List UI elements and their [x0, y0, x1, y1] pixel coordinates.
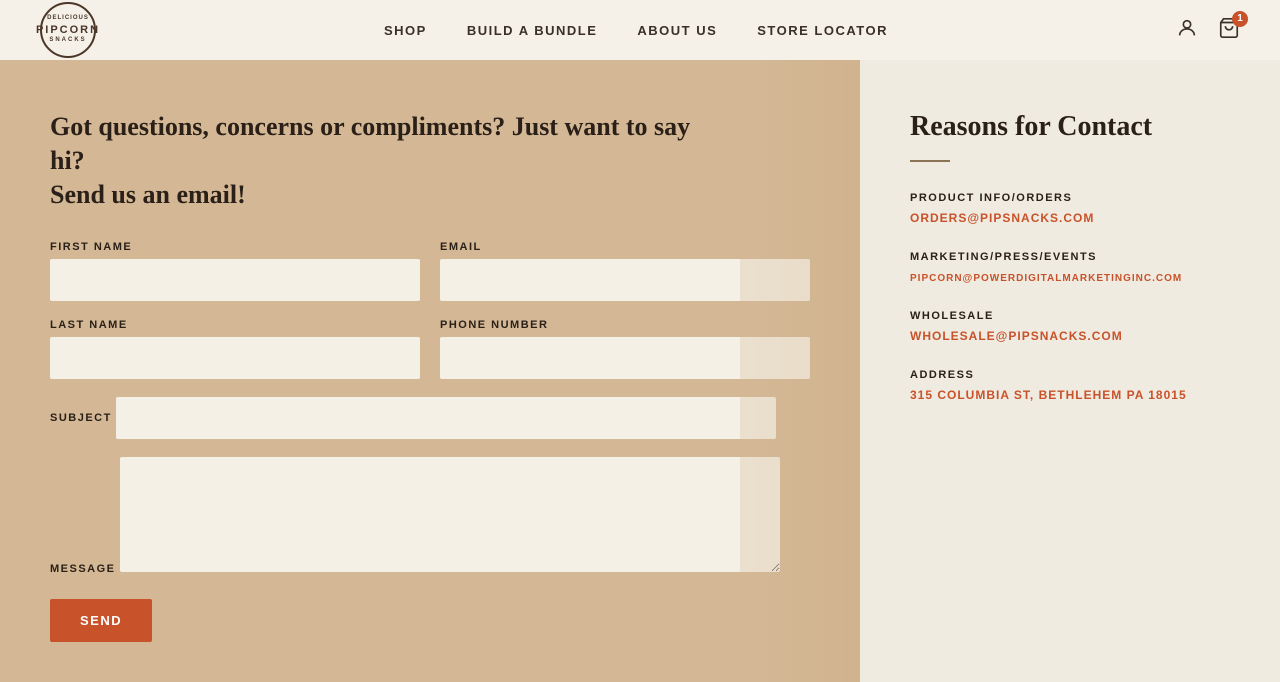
header-icons: 1: [1176, 17, 1240, 44]
contact-form: FIRST NAME EMAIL LAST NAME PHONE NUMBER: [50, 241, 810, 642]
email-input[interactable]: [440, 259, 810, 301]
message-row: MESSAGE: [50, 457, 810, 577]
message-label: MESSAGE: [50, 563, 116, 575]
form-row-1: FIRST NAME EMAIL: [50, 241, 810, 301]
logo[interactable]: Delicious PIPCORN SNACKS: [40, 2, 96, 58]
reason-category-address: ADDRESS: [910, 369, 1230, 381]
email-field: EMAIL: [440, 241, 810, 301]
message-textarea[interactable]: [120, 457, 780, 572]
last-name-field: LAST NAME: [50, 319, 420, 379]
reason-wholesale: WHOLESALE WHOLESALE@PIPSNACKS.COM: [910, 310, 1230, 345]
reason-email-marketing[interactable]: PIPCORN@POWERDIGITALMARKETINGINC.COM: [910, 273, 1182, 284]
nav-about-us[interactable]: ABOUT US: [637, 23, 717, 38]
reason-category-product: PRODUCT INFO/ORDERS: [910, 192, 1230, 204]
email-label: EMAIL: [440, 241, 810, 253]
reason-address-value: 315 COLUMBIA ST, BETHLEHEM PA 18015: [910, 388, 1187, 402]
site-header: Delicious PIPCORN SNACKS SHOP BUILD A BU…: [0, 0, 1280, 60]
reason-email-product[interactable]: ORDERS@PIPSNACKS.COM: [910, 211, 1094, 225]
logo-circle: Delicious PIPCORN SNACKS: [40, 2, 96, 58]
first-name-field: FIRST NAME: [50, 241, 420, 301]
phone-label: PHONE NUMBER: [440, 319, 810, 331]
cart-count: 1: [1232, 11, 1248, 27]
main-nav: SHOP BUILD A BUNDLE ABOUT US STORE LOCAT…: [384, 23, 888, 38]
send-button[interactable]: SEND: [50, 599, 152, 642]
last-name-input[interactable]: [50, 337, 420, 379]
reasons-heading: Reasons for Contact: [910, 110, 1230, 144]
reason-marketing: MARKETING/PRESS/EVENTS PIPCORN@POWERDIGI…: [910, 251, 1230, 286]
first-name-input[interactable]: [50, 259, 420, 301]
nav-build-bundle[interactable]: BUILD A BUNDLE: [467, 23, 598, 38]
cart-icon[interactable]: 1: [1218, 17, 1240, 44]
reason-address: ADDRESS 315 COLUMBIA ST, BETHLEHEM PA 18…: [910, 369, 1230, 404]
subject-row: SUBJECT: [50, 397, 810, 439]
reasons-divider: [910, 160, 950, 162]
form-heading: Got questions, concerns or compliments? …: [50, 110, 700, 211]
nav-shop[interactable]: SHOP: [384, 23, 427, 38]
reason-category-marketing: MARKETING/PRESS/EVENTS: [910, 251, 1230, 263]
contact-form-section: Got questions, concerns or compliments? …: [0, 60, 860, 682]
phone-input[interactable]: [440, 337, 810, 379]
account-icon[interactable]: [1176, 17, 1198, 44]
reason-email-wholesale[interactable]: WHOLESALE@PIPSNACKS.COM: [910, 329, 1123, 343]
reasons-section: Reasons for Contact PRODUCT INFO/ORDERS …: [860, 60, 1280, 682]
nav-store-locator[interactable]: STORE LOCATOR: [757, 23, 888, 38]
reason-category-wholesale: WHOLESALE: [910, 310, 1230, 322]
form-row-2: LAST NAME PHONE NUMBER: [50, 319, 810, 379]
first-name-label: FIRST NAME: [50, 241, 420, 253]
page-content: Got questions, concerns or compliments? …: [0, 60, 1280, 682]
subject-label: SUBJECT: [50, 412, 112, 424]
last-name-label: LAST NAME: [50, 319, 420, 331]
subject-input[interactable]: [116, 397, 776, 439]
reason-product-info: PRODUCT INFO/ORDERS ORDERS@PIPSNACKS.COM: [910, 192, 1230, 227]
phone-field: PHONE NUMBER: [440, 319, 810, 379]
